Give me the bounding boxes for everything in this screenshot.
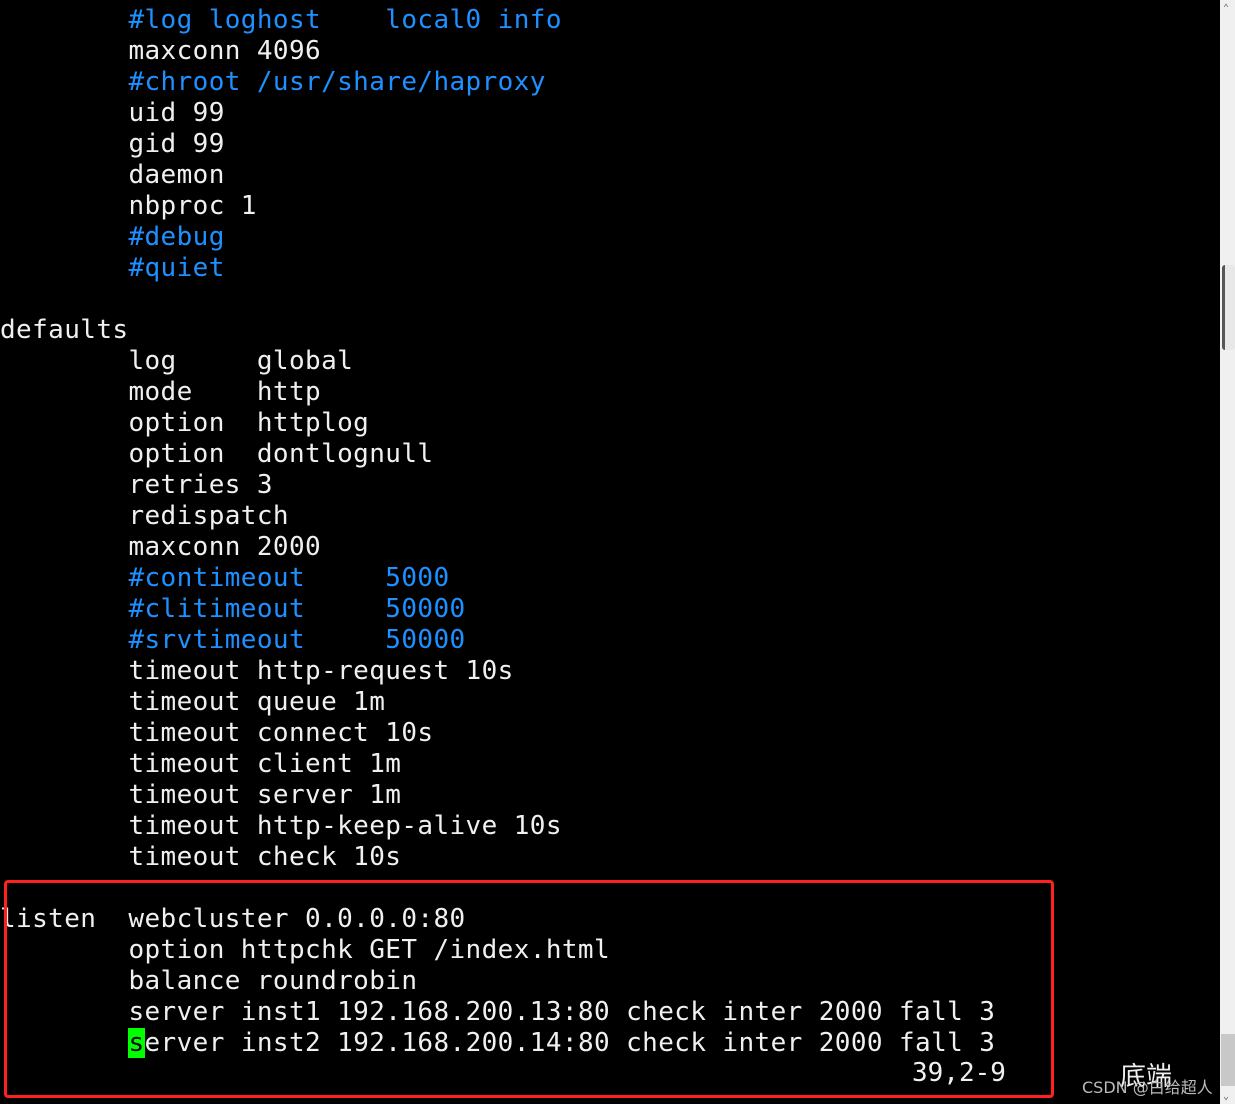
editor-line: #chroot /usr/share/haproxy	[0, 67, 546, 98]
editor-line: timeout queue 1m	[0, 687, 385, 718]
editor-line: #log loghost local0 info	[0, 5, 562, 36]
config-text: timeout connect 10s	[128, 718, 434, 748]
editor-line: option dontlognull	[0, 439, 433, 470]
comment-text: #contimeout 5000	[128, 563, 450, 593]
editor-line: #clitimeout 50000	[0, 594, 466, 625]
editor-line: timeout check 10s	[0, 842, 401, 873]
config-text: retries 3	[128, 470, 273, 500]
editor-line: #contimeout 5000	[0, 563, 450, 594]
comment-text: #chroot /usr/share/haproxy	[128, 67, 546, 97]
config-text: mode http	[128, 377, 322, 407]
editor-line: timeout http-keep-alive 10s	[0, 811, 562, 842]
config-text: uid 99	[128, 98, 225, 128]
editor-line: #srvtimeout 50000	[0, 625, 466, 656]
editor-line: timeout client 1m	[0, 749, 401, 780]
editor-line: uid 99	[0, 98, 225, 129]
config-text: maxconn 4096	[128, 36, 322, 66]
scrollbar-thumb[interactable]	[1222, 265, 1235, 350]
comment-text: #quiet	[128, 253, 225, 283]
editor-line: daemon	[0, 160, 225, 191]
editor-line: maxconn 2000	[0, 532, 321, 563]
editor-line: #debug	[0, 222, 225, 253]
highlight-box	[4, 880, 1054, 1098]
config-text: option dontlognull	[128, 439, 434, 469]
config-text: redispatch	[128, 501, 289, 531]
comment-text: #log loghost local0 info	[128, 5, 562, 35]
editor-line: nbproc 1	[0, 191, 257, 222]
config-text: timeout queue 1m	[128, 687, 386, 717]
scroll-down-arrow-icon[interactable]: ⌄	[1223, 1092, 1233, 1102]
editor-line: maxconn 4096	[0, 36, 321, 67]
config-text: daemon	[128, 160, 225, 190]
comment-text: #clitimeout 50000	[128, 594, 466, 624]
cursor-position: 39,2-9	[912, 1058, 1006, 1088]
watermark: CSDN @白给超人	[1082, 1078, 1213, 1097]
scroll-up-arrow-icon[interactable]: ⌃	[1223, 4, 1233, 14]
comment-text: #srvtimeout 50000	[128, 625, 466, 655]
config-text: gid 99	[128, 129, 225, 159]
editor-line: mode http	[0, 377, 321, 408]
config-text: log global	[128, 346, 354, 376]
editor-line: defaults	[0, 315, 128, 346]
editor-line: timeout connect 10s	[0, 718, 433, 749]
editor-line: log global	[0, 346, 353, 377]
scrollbar[interactable]: ⌃ ⌄	[1220, 0, 1235, 1104]
config-text: timeout http-keep-alive 10s	[128, 811, 562, 841]
editor-line: timeout server 1m	[0, 780, 401, 811]
editor-line: gid 99	[0, 129, 225, 160]
config-text: nbproc 1	[128, 191, 257, 221]
editor-line: #quiet	[0, 253, 225, 284]
config-text: timeout check 10s	[128, 842, 402, 872]
editor-line: timeout http-request 10s	[0, 656, 514, 687]
comment-text: #debug	[128, 222, 225, 252]
config-text: timeout client 1m	[128, 749, 402, 779]
editor-line: option httplog	[0, 408, 369, 439]
config-text: maxconn 2000	[128, 532, 322, 562]
config-text: option httplog	[128, 408, 370, 438]
config-text: timeout server 1m	[128, 780, 402, 810]
config-text: defaults	[0, 315, 129, 345]
editor-line: retries 3	[0, 470, 273, 501]
scrollbar-track-segment[interactable]	[1221, 1034, 1235, 1086]
editor-line: redispatch	[0, 501, 289, 532]
config-text: timeout http-request 10s	[128, 656, 514, 686]
